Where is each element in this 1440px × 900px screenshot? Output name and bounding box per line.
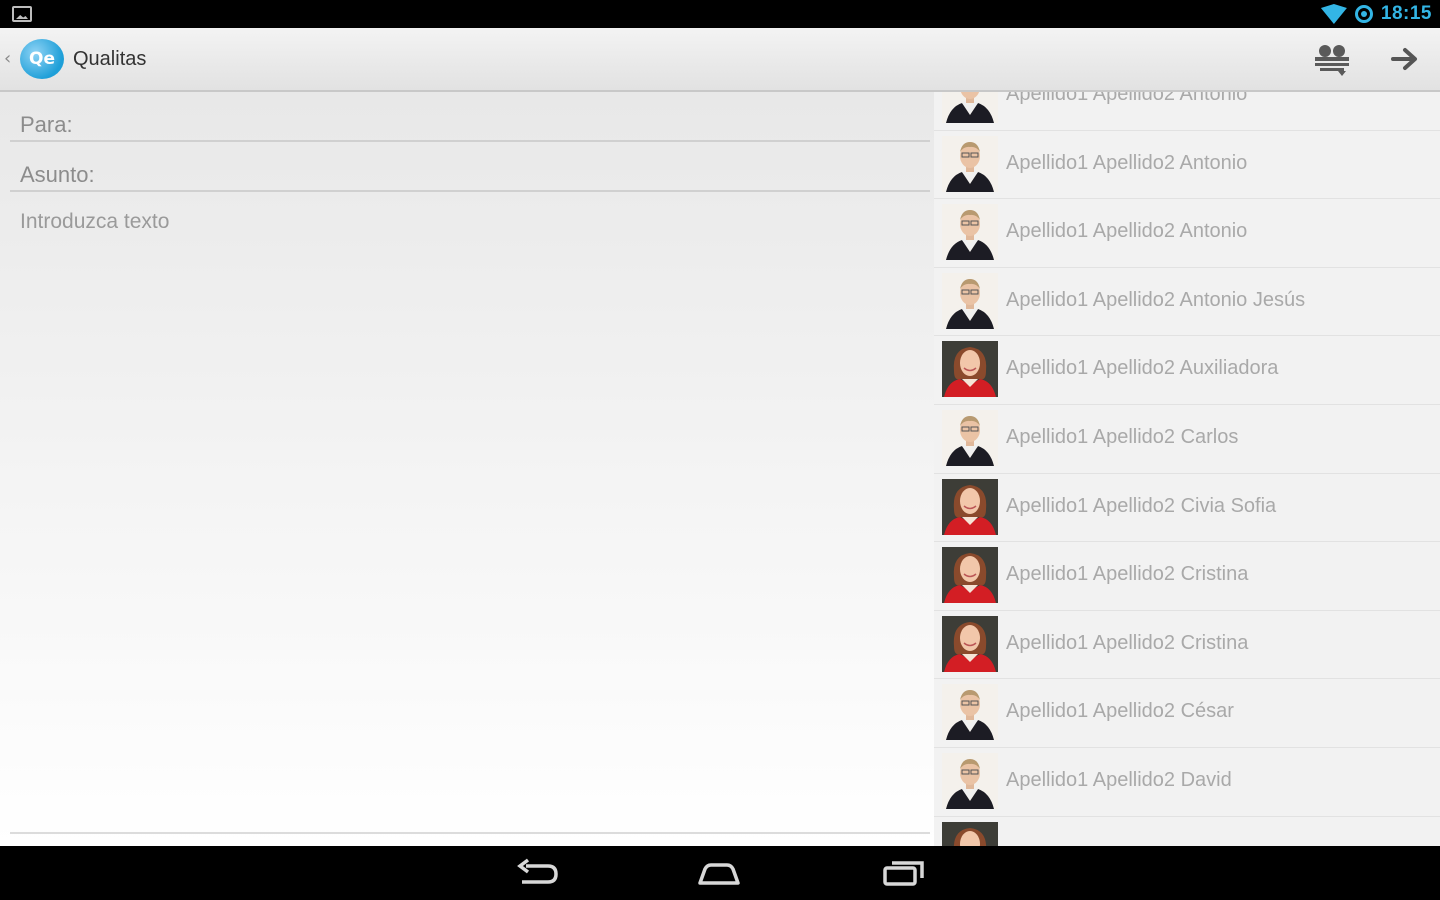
contact-avatar — [942, 821, 998, 846]
app-logo-text: Qe — [29, 49, 55, 69]
contact-row[interactable]: Apellido1 Apellido2 César — [934, 679, 1440, 748]
contact-row[interactable]: Apellido1 Apellido2 Carlos — [934, 405, 1440, 474]
to-placeholder: Para: — [20, 112, 73, 137]
message-body-input[interactable]: Introduzca texto — [20, 210, 169, 234]
contact-avatar — [942, 272, 998, 329]
contact-avatar — [942, 753, 998, 809]
subject-placeholder: Asunto: — [20, 162, 95, 187]
contact-avatar — [942, 547, 998, 604]
contact-avatar — [942, 135, 998, 192]
body-placeholder: Introduzca texto — [20, 210, 170, 233]
contact-avatar — [942, 341, 998, 398]
action-bar: ‹ Qe Qualitas — [0, 28, 1440, 92]
contact-avatar — [942, 615, 998, 672]
contact-avatar — [942, 478, 998, 535]
subject-field[interactable]: Asunto: — [10, 144, 930, 192]
contact-row[interactable]: Apellido1 Apellido2 Civia Sofia — [934, 474, 1440, 543]
contact-row[interactable]: Apellido1 Apellido2 Antonio — [934, 92, 1440, 131]
contact-row[interactable]: Apellido1 Apellido2 Antonio — [934, 199, 1440, 268]
contact-name: Apellido1 Apellido2 Cristina — [1006, 631, 1249, 654]
contact-name: Apellido1 Apellido2 César — [1006, 700, 1234, 723]
app-logo[interactable]: Qe — [20, 39, 64, 79]
recent-apps-icon[interactable] — [882, 858, 926, 888]
back-icon[interactable] — [516, 858, 560, 888]
contact-name: Apellido1 Apellido2 Cristina — [1006, 563, 1249, 586]
contact-avatar — [942, 684, 998, 741]
send-arrow-icon[interactable] — [1388, 44, 1422, 74]
contact-name: Apellido1 Apellido2 Antonio Jesús — [1006, 288, 1306, 311]
compose-pane: Para: Asunto: Introduzca texto — [0, 92, 934, 846]
contact-row[interactable]: Apellido1 Apellido2 Cristina — [934, 542, 1440, 611]
contact-name: Apellido1 Apellido2 Antonio — [1006, 151, 1248, 174]
contact-name: Apellido1 Apellido2 Antonio — [1006, 220, 1248, 243]
back-chevron-icon[interactable]: ‹ — [4, 48, 11, 69]
status-bar: 18:15 — [0, 0, 1440, 28]
contact-avatar — [942, 204, 998, 261]
contact-name: Apellido1 Apellido2 Carlos — [1006, 426, 1239, 448]
navigation-bar — [0, 846, 1440, 900]
sync-icon — [1354, 5, 1373, 23]
contact-row[interactable]: Apellido1 Apellido2 Auxiliadora — [934, 336, 1440, 405]
contacts-list[interactable]: Apellido1 Apellido2 Antonio Apellido1 Ape… — [934, 92, 1440, 846]
compose-divider — [10, 832, 930, 834]
clock: 18:15 — [1380, 3, 1432, 24]
status-icons: 18:15 — [1320, 2, 1432, 26]
contact-name: Apellido1 Apellido2 Antonio — [1006, 92, 1248, 105]
contact-row[interactable]: Apellido1 Apellido2 Cristina — [934, 611, 1440, 680]
contact-row[interactable]: Apellido1 Apellido2 David — [934, 748, 1440, 817]
contact-avatar — [942, 410, 998, 466]
home-icon[interactable] — [697, 858, 741, 888]
app-title: Qualitas — [73, 48, 147, 70]
contact-avatar — [942, 92, 998, 123]
contact-row[interactable]: Apellido1 Apellido2 Antonio Jesús — [934, 268, 1440, 337]
image-notification-icon — [12, 6, 32, 22]
wifi-icon — [1320, 4, 1347, 24]
contact-row-partial[interactable] — [934, 817, 1440, 846]
contact-row[interactable]: Apellido1 Apellido2 Antonio — [934, 131, 1440, 200]
contact-name: Apellido1 Apellido2 Auxiliadora — [1006, 357, 1279, 380]
contact-name: Apellido1 Apellido2 Civia Sofia — [1006, 494, 1277, 517]
contact-name: Apellido1 Apellido2 David — [1006, 769, 1232, 791]
contacts-group-icon[interactable] — [1312, 42, 1352, 76]
to-field[interactable]: Para: — [10, 94, 930, 142]
